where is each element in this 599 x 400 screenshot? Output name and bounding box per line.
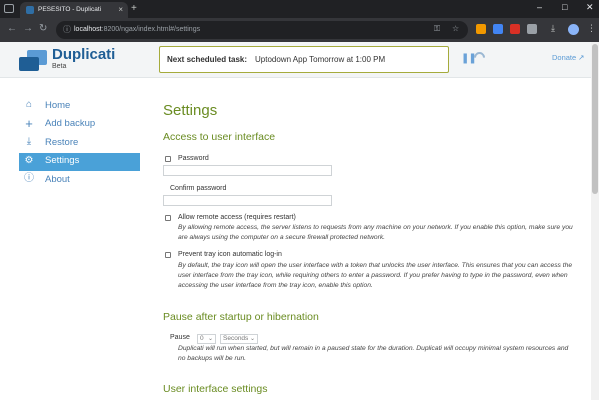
browser-titlebar: PESESITO - Duplicati × + – □ ✕: [0, 0, 599, 18]
app-subtitle: Beta: [52, 63, 67, 70]
profile-avatar[interactable]: [568, 24, 579, 35]
sidebar-nav: ⌂ Home + Add backup ⤓ Restore ⚙ Settings…: [19, 97, 140, 190]
sidebar-item-label: About: [45, 173, 70, 185]
page-viewport: Duplicati Beta Next scheduled task: Upto…: [0, 42, 599, 400]
chevron-down-icon: ⌄: [207, 336, 213, 342]
extension-icon[interactable]: [476, 24, 486, 34]
back-icon[interactable]: ←: [7, 23, 17, 34]
close-window-icon[interactable]: ✕: [586, 2, 594, 13]
restore-icon: ⤓: [26, 136, 32, 147]
downloads-icon[interactable]: ⤓: [551, 23, 555, 34]
extension-icon[interactable]: [510, 24, 520, 34]
duplicati-favicon-icon: [26, 6, 34, 14]
minimize-icon[interactable]: –: [537, 2, 542, 12]
sidebar-item-label: Add backup: [45, 118, 96, 129]
reload-icon[interactable]: ↻: [39, 23, 47, 34]
extension-icon[interactable]: [493, 24, 503, 34]
sidebar-item-about[interactable]: ⓘ About: [19, 171, 140, 190]
sidebar-item-label: Home: [45, 99, 71, 111]
plus-icon: +: [25, 115, 33, 131]
scheduled-task-box: Next scheduled task: Uptodown App Tomorr…: [159, 46, 449, 73]
tray-login-checkbox[interactable]: [165, 252, 171, 258]
scheduled-task-label: Next scheduled task:: [167, 55, 248, 64]
sidebar-item-restore[interactable]: ⤓ Restore: [19, 134, 140, 153]
section-heading-pause: Pause after startup or hibernation: [163, 311, 319, 323]
pause-label: Pause: [170, 334, 190, 341]
tray-login-description: By default, the tray icon will open the …: [178, 262, 573, 289]
pause-description: Duplicati will run when started, but wil…: [178, 345, 569, 362]
sidebar-item-label: Settings: [45, 155, 80, 166]
page-title: Settings: [163, 102, 218, 119]
scrollbar-thumb[interactable]: [592, 44, 598, 194]
forward-icon[interactable]: →: [23, 23, 33, 34]
scheduled-task-value[interactable]: Uptodown App Tomorrow at 1:00 PM: [255, 55, 385, 64]
tray-login-label: Prevent tray icon automatic log-in: [178, 251, 282, 258]
sidebar-item-settings[interactable]: ⚙ Settings: [19, 152, 140, 171]
chevron-down-icon: ⌄: [249, 336, 255, 342]
sidebar-item-add-backup[interactable]: + Add backup: [19, 116, 140, 135]
password-label: Password: [178, 155, 209, 162]
extensions-puzzle-icon[interactable]: [527, 24, 537, 34]
tab-search-icon[interactable]: [4, 4, 14, 13]
pause-duration-select[interactable]: 0 ⌄: [197, 334, 216, 344]
section-heading-access: Access to user interface: [163, 131, 276, 143]
section-heading-ui-settings: User interface settings: [163, 383, 268, 395]
tab-title: PESESITO - Duplicati: [38, 6, 102, 13]
pause-unit-select[interactable]: Seconds ⌄: [220, 334, 258, 344]
app-header: Duplicati Beta Next scheduled task: Upto…: [0, 42, 591, 78]
url-text[interactable]: localhost:8200/ngax/index.html#/settings: [74, 26, 200, 33]
sidebar-item-label: Restore: [45, 136, 79, 148]
confirm-password-field[interactable]: [163, 195, 332, 206]
site-info-icon[interactable]: ⓘ: [63, 24, 71, 35]
password-checkbox[interactable]: [165, 156, 171, 162]
browser-toolbar: ← → ↻ ⓘ localhost:8200/ngax/index.html#/…: [0, 18, 599, 42]
sidebar-item-home[interactable]: ⌂ Home: [19, 97, 140, 116]
maximize-icon[interactable]: □: [562, 2, 567, 12]
home-icon: ⌂: [25, 99, 33, 110]
remote-access-description: By allowing remote access, the server li…: [178, 224, 573, 241]
browser-tab[interactable]: PESESITO - Duplicati ×: [20, 2, 128, 18]
app-name[interactable]: Duplicati: [52, 46, 115, 63]
remote-access-checkbox[interactable]: [165, 215, 171, 221]
new-tab-icon[interactable]: +: [131, 3, 137, 14]
address-bar[interactable]: ⓘ localhost:8200/ngax/index.html#/settin…: [56, 21, 468, 39]
confirm-password-label: Confirm password: [170, 185, 227, 192]
browser-menu-icon[interactable]: ⋮: [587, 23, 596, 34]
gear-icon: ⚙: [24, 154, 34, 166]
donate-link[interactable]: Donate ↗: [552, 53, 585, 62]
remote-access-label: Allow remote access (requires restart): [178, 214, 296, 221]
duplicati-logo-icon[interactable]: [19, 50, 47, 72]
password-field[interactable]: [163, 165, 332, 176]
info-icon: ⓘ: [24, 173, 34, 184]
tab-close-icon[interactable]: ×: [118, 5, 123, 14]
page-scrollbar[interactable]: [591, 42, 599, 400]
bookmark-star-icon[interactable]: ☆: [452, 24, 459, 33]
password-key-icon[interactable]: ⚿: [434, 24, 440, 34]
